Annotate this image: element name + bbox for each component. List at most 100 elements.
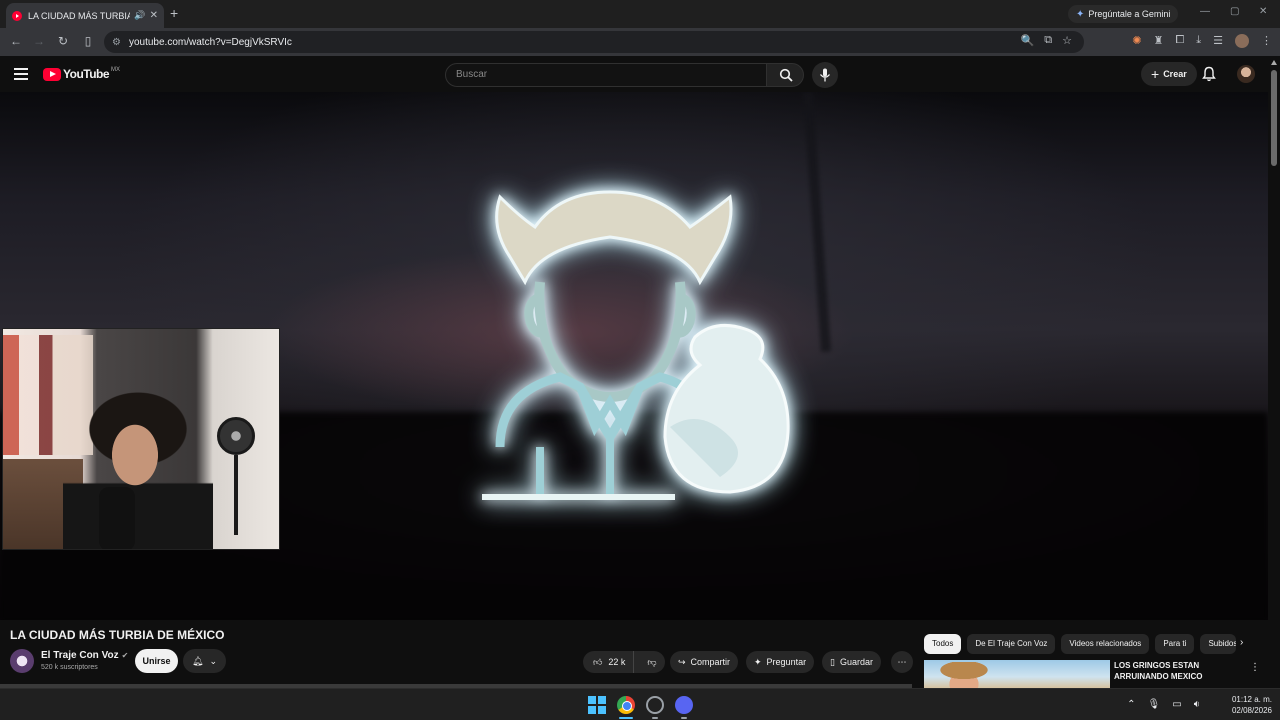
- extension-icon[interactable]: ♜: [1154, 34, 1164, 48]
- share-button[interactable]: ↪ Compartir: [670, 651, 739, 673]
- speaker-icon[interactable]: 🔊: [134, 10, 145, 21]
- gemini-label: Pregúntale a Gemini: [1088, 9, 1171, 19]
- url-text: youtube.com/watch?v=DegjVkSRVIc: [128, 36, 292, 48]
- youtube-play-icon: [43, 67, 61, 81]
- chip-related[interactable]: Videos relacionados: [1061, 634, 1150, 654]
- chrome-icon[interactable]: [617, 696, 635, 714]
- thumbnail-illustration: [934, 662, 994, 688]
- system-tray: ⌃ 🎙︎ ▭ 🔉︎: [1127, 699, 1200, 710]
- like-icon: 👍︎: [593, 656, 603, 667]
- tab-title: LA CIUDAD MÁS TURBIA DE MÉXICO - YouTube: [28, 10, 131, 21]
- webcam-person: [63, 389, 213, 549]
- webcam-fan: [217, 417, 255, 455]
- money-bag-figure-illustration: [482, 190, 790, 500]
- extension-icon[interactable]: ✺: [1132, 34, 1141, 48]
- gemini-button[interactable]: ✦ Pregúntale a Gemini: [1068, 5, 1179, 23]
- forward-icon[interactable]: →: [31, 34, 47, 48]
- channel-name-link[interactable]: El Traje Con Voz ✔: [41, 650, 128, 661]
- bookmark-star-icon[interactable]: ☆: [1062, 34, 1072, 47]
- minimize-icon[interactable]: —: [1200, 6, 1210, 17]
- recommended-video-thumbnail[interactable]: [924, 660, 1110, 688]
- youtube-favicon-icon: [12, 10, 22, 21]
- youtube-wordmark: YouTube: [63, 67, 110, 81]
- maximize-icon[interactable]: ▢: [1230, 6, 1239, 17]
- microphone-icon[interactable]: 🎙︎: [1148, 699, 1161, 710]
- sparkle-icon: ✦: [754, 656, 762, 667]
- bell-icon[interactable]: [1202, 66, 1216, 82]
- more-actions-button[interactable]: ⋯: [891, 651, 913, 673]
- webcam-overlay: [2, 328, 280, 550]
- ask-button[interactable]: ✦ Preguntar: [746, 651, 815, 673]
- browser-tab-strip: LA CIUDAD MÁS TURBIA DE MÉXICO - YouTube…: [0, 0, 1280, 28]
- download-icon[interactable]: ⤓: [1196, 34, 1201, 48]
- chevron-down-icon: ⌄: [209, 655, 217, 666]
- chevron-up-icon[interactable]: ⌃: [1127, 699, 1135, 710]
- notification-settings-button[interactable]: 🔔︎ ⌄: [183, 649, 226, 673]
- chevron-right-icon[interactable]: ›: [1240, 637, 1243, 648]
- chip-all[interactable]: Todos: [924, 634, 962, 654]
- recommended-video-title[interactable]: LOS GRINGOS ESTAN ARRUINANDO MEXICO: [1114, 660, 1234, 682]
- windows-start-icon[interactable]: [588, 696, 606, 714]
- clock-time: 01:12 a. m.: [1231, 695, 1272, 704]
- app-icon[interactable]: [646, 696, 664, 714]
- back-icon[interactable]: ←: [8, 34, 24, 48]
- save-button[interactable]: ▯ Guardar: [822, 651, 881, 673]
- address-bar[interactable]: ⚙ youtube.com/watch?v=DegjVkSRVIc: [104, 31, 1084, 53]
- video-info-section: LA CIUDAD MÁS TURBIA DE MÉXICO El Traje …: [0, 620, 1268, 688]
- zoom-icon[interactable]: 🔍: [1021, 34, 1035, 47]
- discord-icon[interactable]: [675, 696, 693, 714]
- dislike-button[interactable]: 👎︎: [639, 651, 664, 673]
- volume-icon[interactable]: 🔉︎: [1194, 699, 1200, 710]
- account-avatar[interactable]: [1237, 65, 1255, 83]
- chip-uploaded[interactable]: Subidos: [1200, 634, 1237, 654]
- bell-icon: 🔔︎: [192, 655, 204, 666]
- search-input[interactable]: Buscar: [445, 63, 767, 87]
- like-dislike-group: 👍︎ 22 k 👎︎: [583, 651, 665, 673]
- more-vertical-icon[interactable]: ⋮: [1250, 662, 1260, 673]
- system-clock[interactable]: 01:12 a. m. 02/08/2026: [1232, 694, 1272, 716]
- ask-label: Preguntar: [766, 657, 807, 667]
- more-icon: ⋯: [897, 656, 907, 667]
- puzzle-icon[interactable]: ⧠: [1175, 34, 1184, 48]
- clock-date: 02/08/2026: [1231, 706, 1272, 715]
- share-icon: ↪: [678, 656, 686, 667]
- join-button[interactable]: Unirse: [135, 649, 178, 673]
- browser-menu-icon[interactable]: ⋮: [1261, 34, 1272, 48]
- channel-avatar[interactable]: [10, 649, 34, 673]
- cast-icon[interactable]: ⧉: [1044, 34, 1052, 47]
- youtube-logo[interactable]: YouTube MX: [43, 67, 120, 81]
- country-code: MX: [111, 67, 121, 73]
- menu-icon[interactable]: [14, 68, 28, 80]
- chip-from-channel[interactable]: De El Traje Con Voz: [967, 634, 1056, 654]
- reload-icon[interactable]: ↻: [55, 34, 71, 48]
- verified-check-icon: ✔: [121, 651, 129, 660]
- webcam-microphone: [99, 487, 135, 549]
- new-tab-button[interactable]: +: [170, 5, 178, 21]
- gemini-sparkle-icon: ✦: [1076, 8, 1085, 20]
- page-scrollbar[interactable]: [1268, 56, 1280, 688]
- extensions-bar: ✺ ♜ ⧠ ⤓ ☰ ⋮: [1132, 34, 1272, 48]
- running-app-indicator: [681, 717, 687, 719]
- mic-icon: [819, 68, 831, 82]
- channel-name: El Traje Con Voz: [41, 650, 119, 661]
- site-info-icon[interactable]: ⚙: [112, 37, 121, 48]
- running-app-indicator: [652, 717, 658, 719]
- create-button[interactable]: + Crear: [1141, 62, 1197, 86]
- youtube-header: YouTube MX Buscar + Crear: [0, 56, 1268, 92]
- voice-search-button[interactable]: [812, 62, 838, 88]
- browser-tab-youtube[interactable]: LA CIUDAD MÁS TURBIA DE MÉXICO - YouTube…: [6, 3, 164, 28]
- close-tab-icon[interactable]: ✕: [150, 10, 158, 21]
- network-icon[interactable]: ▭: [1172, 699, 1181, 710]
- chip-for-you[interactable]: Para ti: [1155, 634, 1195, 654]
- plus-icon: +: [1151, 66, 1160, 82]
- sidebar-icon[interactable]: ▯: [80, 34, 96, 48]
- scroll-up-icon[interactable]: [1271, 60, 1277, 65]
- like-button[interactable]: 👍︎ 22 k: [583, 651, 635, 673]
- profile-avatar[interactable]: [1235, 34, 1249, 48]
- subscriber-count: 520 k suscriptores: [41, 664, 98, 671]
- tab-search-icon[interactable]: ☰: [1213, 34, 1223, 48]
- close-window-icon[interactable]: ✕: [1259, 6, 1267, 17]
- scrollbar-thumb[interactable]: [1271, 70, 1277, 166]
- search-button[interactable]: [766, 63, 804, 87]
- video-player[interactable]: [0, 92, 1268, 620]
